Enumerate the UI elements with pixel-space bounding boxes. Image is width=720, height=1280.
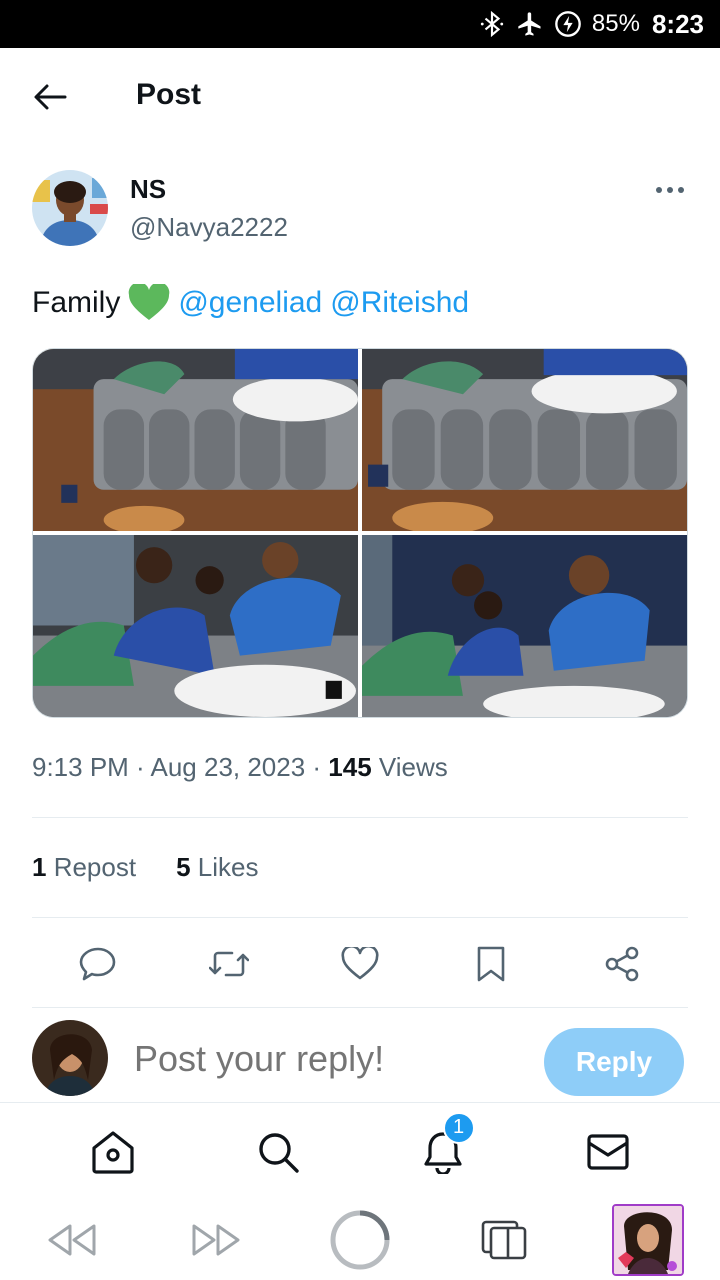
notifications-badge: 1 [442,1111,475,1144]
nav-messages[interactable] [580,1124,636,1180]
rewind-icon [48,1224,96,1256]
home-icon [91,1130,134,1174]
mail-icon [586,1133,629,1170]
mention-link[interactable]: @Riteishd [330,286,469,320]
arrow-left-icon [34,84,67,110]
repost-button[interactable] [205,940,253,988]
post-timestamp: 9:13 PM · Aug 23, 2023 · [32,752,329,782]
user-avatar[interactable] [32,1020,108,1096]
nav-home[interactable] [85,1124,141,1180]
recents-button[interactable] [468,1204,540,1276]
forward-button[interactable] [180,1204,252,1276]
more-dots-icon [656,187,662,193]
post-text-prefix: Family [32,286,121,319]
reply-icon [79,947,115,981]
reply-composer: Reply [32,1020,688,1100]
views-label: Views [371,752,448,782]
post-actions [32,940,688,988]
search-icon [258,1132,299,1173]
reply-input[interactable] [134,1038,534,1080]
photo-thumbnail[interactable] [362,535,687,717]
photo-thumbnail[interactable] [362,349,687,531]
mention-link[interactable]: @geneliad [178,286,322,320]
back-button[interactable] [30,81,70,113]
circle-icon [330,1210,390,1270]
post-author: NS @Navya2222 [32,170,688,250]
post-stats: 1 Repost 5 Likes [32,852,258,883]
like-icon [341,947,379,980]
bookmark-button[interactable] [467,940,515,988]
airplane-icon [516,10,544,38]
header: Post [0,48,720,146]
more-options-button[interactable] [652,180,688,200]
like-button[interactable] [336,940,384,988]
status-bar: 85% 8:23 [0,0,720,48]
divider [32,1007,688,1008]
bottom-navigation: 1 [0,1102,720,1200]
share-button[interactable] [598,940,646,988]
divider [32,817,688,818]
reply-button[interactable] [74,940,122,988]
photo-thumbnail[interactable] [33,349,358,531]
battery-saver-icon [554,10,582,38]
views-count: 145 [328,752,372,782]
likes-stat[interactable]: 5 Likes [176,852,258,883]
bookmark-icon [477,946,505,982]
repost-icon [208,951,249,977]
reply-submit-button[interactable]: Reply [544,1028,684,1096]
author-avatar[interactable] [32,170,108,246]
fast-forward-icon [192,1224,240,1256]
author-name[interactable]: NS [130,174,166,205]
divider [32,917,688,918]
post-text: Family @geneliad @Riteishd [32,284,469,322]
green-heart-emoji-icon [129,284,170,320]
battery-percent: 85% [591,10,640,37]
recents-icon [481,1220,527,1260]
page-title: Post [136,78,202,111]
reposts-stat[interactable]: 1 Repost [32,852,136,883]
system-navigation [0,1200,720,1280]
home-circle-button[interactable] [324,1204,396,1276]
rewind-button[interactable] [36,1204,108,1276]
share-icon [606,946,639,982]
bluetooth-icon [478,10,506,38]
clock: 8:23 [651,8,704,39]
author-handle[interactable]: @Navya2222 [130,212,288,243]
post-meta: 9:13 PM · Aug 23, 2023 · 145 Views [32,752,448,783]
nav-notifications[interactable]: 1 [415,1111,475,1180]
profile-shortcut[interactable] [612,1204,684,1276]
nav-search[interactable] [250,1124,306,1180]
photo-thumbnail[interactable] [33,535,358,717]
media-grid [32,348,688,718]
